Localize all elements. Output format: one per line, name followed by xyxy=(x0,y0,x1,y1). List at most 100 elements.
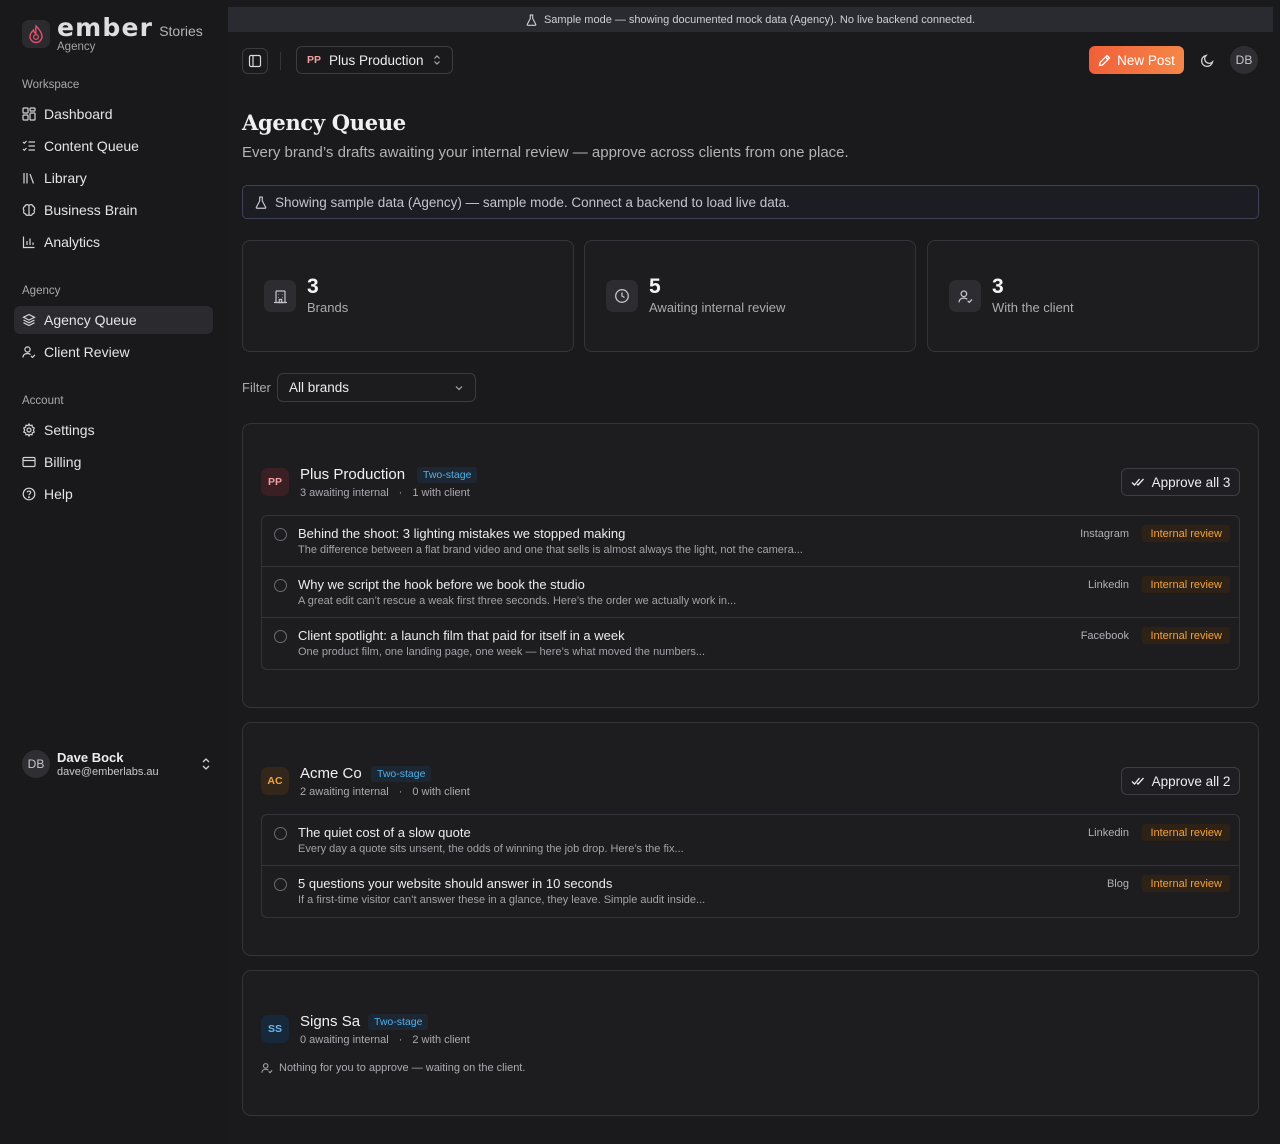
post-title: The quiet cost of a slow quote xyxy=(298,825,471,840)
status-badge: Internal review xyxy=(1142,875,1230,892)
post-excerpt: Every day a quote sits unsent, the odds … xyxy=(298,843,684,855)
theme-toggle-button[interactable] xyxy=(1194,47,1220,73)
gear-icon xyxy=(23,423,35,437)
stage-tag: Two-stage xyxy=(417,467,478,483)
sidebar-item-label: Content Queue xyxy=(44,138,139,154)
stat-value: 5 xyxy=(649,275,661,298)
sidebar-item-label: Settings xyxy=(44,422,95,438)
pencil-icon xyxy=(1098,54,1111,66)
awaiting-count: 2 awaiting internal xyxy=(300,786,389,798)
layers-icon xyxy=(22,313,36,327)
grid-icon xyxy=(22,107,36,121)
post-row[interactable]: Client spotlight: a launch film that pai… xyxy=(262,618,1239,669)
post-platform: Linkedin xyxy=(1088,827,1129,839)
status-badge: Internal review xyxy=(1142,576,1230,593)
sidebar-item-dashboard[interactable]: Dashboard xyxy=(14,100,213,128)
brand-filter-select[interactable]: All brands xyxy=(277,373,476,402)
empty-state-note: Nothing for you to approve — waiting on … xyxy=(261,1062,525,1074)
avatar[interactable]: DB xyxy=(1230,46,1258,74)
brand-meta: 3 awaiting internal · 1 with client xyxy=(300,487,470,499)
post-row[interactable]: Why we script the hook before we book th… xyxy=(262,567,1239,618)
sidebar-item-client-review[interactable]: Client Review xyxy=(14,338,213,366)
meta-separator: · xyxy=(398,1034,403,1046)
post-platform: Facebook xyxy=(1080,630,1129,642)
brain-icon xyxy=(22,204,36,217)
nav-section-workspace: Workspace xyxy=(22,79,80,91)
sample-data-text: Showing sample data (Agency) — sample mo… xyxy=(275,194,790,210)
empty-state-text: Nothing for you to approve — waiting on … xyxy=(279,1062,526,1074)
flask-icon xyxy=(255,195,267,209)
flask-icon xyxy=(526,13,537,26)
sidebar-item-label: Analytics xyxy=(44,234,101,250)
user-check-icon xyxy=(261,1063,273,1074)
stat-label: Awaiting internal review xyxy=(649,300,786,315)
select-post-radio[interactable] xyxy=(274,878,287,891)
top-toolbar: PP Plus Production New Post DB xyxy=(228,40,1273,80)
brand-badge: SS xyxy=(261,1015,289,1043)
stat-card-with-client: 3 With the client xyxy=(927,240,1259,352)
library-icon xyxy=(23,173,35,184)
stat-card-brands: 3 Brands xyxy=(242,240,574,352)
main-content: Sample mode — showing documented mock da… xyxy=(228,0,1280,1144)
new-post-label: New Post xyxy=(1117,52,1175,68)
approve-all-button[interactable]: Approve all 2 xyxy=(1121,767,1240,795)
brand-title: Acme Co xyxy=(300,765,362,782)
user-check-icon xyxy=(949,280,981,312)
post-list: Behind the shoot: 3 lighting mistakes we… xyxy=(261,515,1240,670)
status-badge: Internal review xyxy=(1142,824,1230,841)
brand-title: Plus Production xyxy=(300,466,406,483)
chevron-down-icon xyxy=(455,385,463,390)
approve-all-button[interactable]: Approve all 3 xyxy=(1121,468,1240,496)
select-post-radio[interactable] xyxy=(274,528,287,541)
brand-switcher[interactable]: PP Plus Production xyxy=(296,46,453,74)
sidebar-item-settings[interactable]: Settings xyxy=(14,416,213,444)
awaiting-count: 0 awaiting internal xyxy=(300,1034,389,1046)
select-post-radio[interactable] xyxy=(274,827,287,840)
stat-label: With the client xyxy=(992,300,1074,315)
sidebar-item-label: Help xyxy=(44,486,73,502)
user-name: Dave Bock xyxy=(57,750,124,765)
post-row[interactable]: Behind the shoot: 3 lighting mistakes we… xyxy=(262,516,1239,567)
select-post-radio[interactable] xyxy=(274,579,287,592)
new-post-button[interactable]: New Post xyxy=(1089,46,1184,74)
sidebar-item-agency-queue[interactable]: Agency Queue xyxy=(14,306,213,334)
list-check-icon xyxy=(22,140,35,152)
brand-meta: 2 awaiting internal · 0 with client xyxy=(300,786,470,798)
post-excerpt: A great edit can’t rescue a weak first t… xyxy=(298,595,737,607)
select-post-radio[interactable] xyxy=(274,630,287,643)
brand-product: Stories xyxy=(159,23,203,39)
user-check-icon xyxy=(22,346,36,359)
user-menu[interactable]: DB Dave Bock dave@emberlabs.au xyxy=(22,750,212,778)
brand-logo-block[interactable]: ember Stories Agency xyxy=(22,15,203,53)
filter-label: Filter xyxy=(242,380,271,395)
sidebar-toggle-button[interactable] xyxy=(242,48,268,74)
post-row[interactable]: The quiet cost of a slow quote Every day… xyxy=(262,815,1239,866)
post-platform: Blog xyxy=(1106,878,1129,890)
stat-card-awaiting: 5 Awaiting internal review xyxy=(584,240,916,352)
sidebar-item-label: Agency Queue xyxy=(44,312,137,328)
post-row[interactable]: 5 questions your website should answer i… xyxy=(262,866,1239,917)
sidebar-item-help[interactable]: Help xyxy=(14,480,213,508)
approve-all-label: Approve all 3 xyxy=(1151,474,1231,490)
sidebar-item-analytics[interactable]: Analytics xyxy=(14,228,213,256)
post-excerpt: If a first-time visitor can’t answer the… xyxy=(298,894,706,906)
sidebar-item-content-queue[interactable]: Content Queue xyxy=(14,132,213,160)
stat-value: 3 xyxy=(992,275,1004,298)
credit-card-icon xyxy=(22,456,36,468)
sidebar-item-business-brain[interactable]: Business Brain xyxy=(14,196,213,224)
ember-logo-icon xyxy=(22,20,50,48)
sidebar-item-label: Client Review xyxy=(44,344,130,360)
sidebar-item-label: Billing xyxy=(44,454,82,470)
meta-separator: · xyxy=(398,487,403,499)
status-badge: Internal review xyxy=(1142,627,1230,644)
building-icon xyxy=(264,280,296,312)
sidebar-item-library[interactable]: Library xyxy=(14,164,213,192)
toolbar-divider xyxy=(280,52,281,70)
sidebar-item-billing[interactable]: Billing xyxy=(14,448,213,476)
sidebar-item-label: Library xyxy=(44,170,87,186)
sidebar-item-label: Dashboard xyxy=(44,106,113,122)
moon-icon xyxy=(1200,53,1214,67)
check-check-icon xyxy=(1131,777,1144,785)
banner-text: Sample mode — showing documented mock da… xyxy=(543,13,976,26)
post-platform: Linkedin xyxy=(1088,579,1129,591)
